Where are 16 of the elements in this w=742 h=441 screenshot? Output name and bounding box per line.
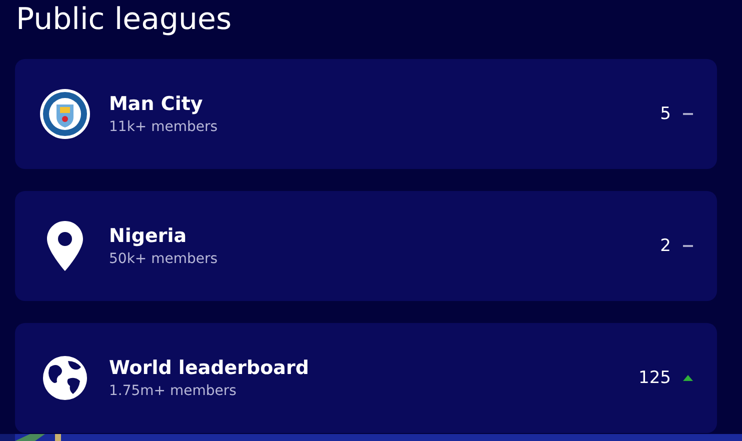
club-crest-icon: [39, 88, 91, 140]
league-name: Nigeria: [109, 225, 188, 247]
member-count: 1.75m+ members: [109, 383, 238, 399]
league-card[interactable]: Nigeria 50k+ members 2: [15, 191, 717, 301]
league-card[interactable]: Man City 11k+ members 5: [15, 59, 717, 169]
rank-number: 125: [638, 368, 671, 388]
rank-number: 5: [660, 104, 671, 124]
member-count: 50k+ members: [109, 251, 219, 267]
page-title: Public leagues: [15, 1, 233, 39]
league-name: Man City: [109, 93, 204, 115]
location-pin-icon: [47, 221, 83, 271]
rank-number: 2: [660, 236, 671, 256]
member-count: 11k+ members: [109, 119, 219, 135]
globe-icon: [42, 355, 88, 401]
league-name: World leaderboard: [109, 357, 310, 379]
league-card[interactable]: World leaderboard 1.75m+ members 125: [15, 323, 717, 433]
